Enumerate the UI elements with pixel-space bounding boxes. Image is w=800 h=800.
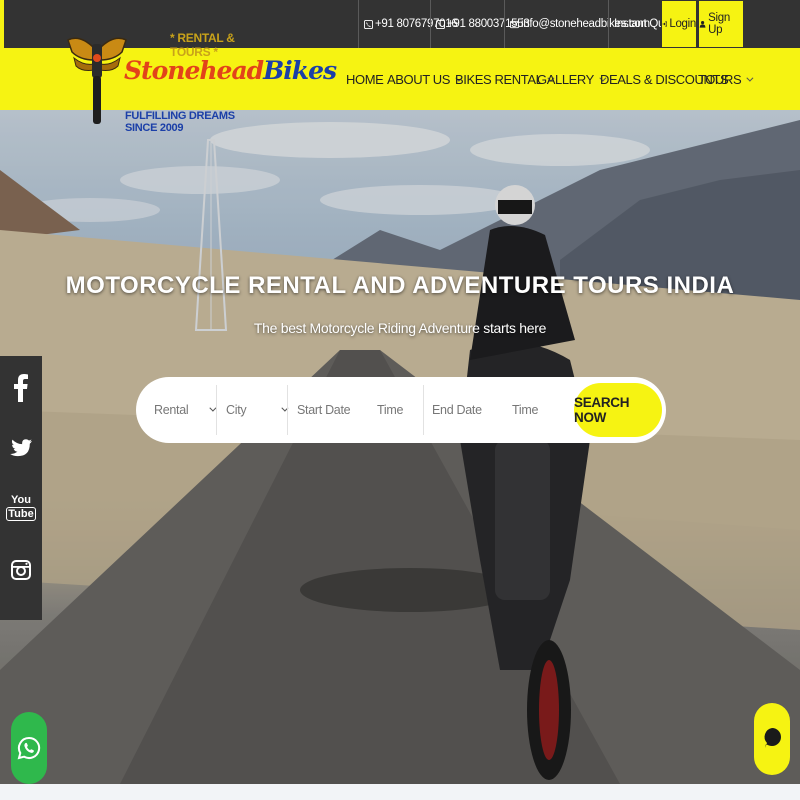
youtube-tube-label: Tube: [6, 507, 36, 521]
hero-title: MOTORCYCLE RENTAL AND ADVENTURE TOURS IN…: [65, 272, 735, 299]
city-select[interactable]: City: [226, 377, 289, 443]
end-time-input[interactable]: Time: [512, 377, 552, 443]
logo-subtitle: FULFILLING DREAMS SINCE 2009: [125, 110, 235, 134]
start-date-placeholder: Start Date: [297, 403, 351, 417]
page: +91 8076797016 +91 8800371553 info@stone…: [0, 0, 800, 800]
phone-icon: [364, 19, 373, 29]
social-sidebar: You Tube: [0, 356, 42, 620]
phone-icon: [436, 19, 445, 29]
nav-item-home[interactable]: HOME: [346, 48, 384, 110]
chevron-down-icon: [746, 74, 754, 82]
youtube-icon: You: [11, 494, 31, 506]
nav-label: TOURS: [698, 71, 742, 87]
sign-in-icon: [662, 21, 668, 27]
divider: [216, 385, 217, 435]
signup-label: Sign Up: [708, 12, 730, 36]
signup-button[interactable]: Sign Up: [698, 0, 744, 48]
end-date-input[interactable]: End Date: [432, 377, 502, 443]
booking-search-form: Rental City Start Date Time End Date Tim…: [136, 377, 666, 443]
envelope-icon: [510, 20, 519, 28]
logo-wordmark: StoneheadBikes: [124, 56, 337, 85]
search-now-button[interactable]: SEARCH NOW: [574, 383, 662, 437]
divider: [287, 385, 288, 435]
page-bottom-strip: [0, 784, 800, 800]
start-date-input[interactable]: Start Date: [297, 377, 367, 443]
nav-label: ABOUT US: [387, 71, 451, 87]
youtube-link[interactable]: You Tube: [0, 478, 42, 538]
nav-item-tours[interactable]: TOURS: [698, 48, 754, 110]
instagram-icon: [11, 560, 31, 580]
nav-label: HOME: [346, 71, 384, 87]
live-chat-button[interactable]: [754, 703, 790, 775]
hero-banner: MOTORCYCLE RENTAL AND ADVENTURE TOURS IN…: [0, 110, 800, 784]
start-time-placeholder: Time: [377, 403, 404, 417]
chat-bubble-icon: [764, 728, 781, 748]
city-select-value: City: [226, 403, 247, 417]
whatsapp-icon: [17, 736, 41, 760]
nav-label: GALLERY: [537, 71, 594, 87]
twitter-icon: [10, 439, 32, 457]
hero-overlay: [0, 110, 800, 784]
logo-tagline: * RENTAL & TOURS *: [170, 31, 235, 59]
login-button[interactable]: Login: [661, 0, 697, 48]
site-logo[interactable]: * RENTAL & TOURS * StoneheadBikes FULFIL…: [66, 30, 337, 134]
nav-label: BIKES RENTAL: [455, 71, 543, 87]
logo-wordmark-part1: Stonehead: [124, 56, 264, 85]
rental-select-value: Rental: [154, 403, 189, 417]
hero-subtitle: The best Motorcycle Riding Adventure sta…: [253, 320, 547, 336]
login-label: Login: [669, 18, 696, 30]
facebook-link[interactable]: [0, 358, 42, 418]
twitter-link[interactable]: [0, 418, 42, 478]
start-time-input[interactable]: Time: [377, 377, 417, 443]
rental-select[interactable]: Rental: [154, 377, 217, 443]
instagram-link[interactable]: [0, 540, 42, 600]
facebook-icon: [14, 374, 28, 402]
divider: [423, 385, 424, 435]
end-date-placeholder: End Date: [432, 403, 482, 417]
user-icon: [699, 20, 706, 28]
nav-item-about-us[interactable]: ABOUT US: [387, 48, 463, 110]
whatsapp-button[interactable]: [11, 712, 47, 784]
logo-wordmark-part2: Bikes: [263, 56, 337, 85]
winged-motorcycle-logo-icon: [67, 37, 127, 124]
end-time-placeholder: Time: [512, 403, 539, 417]
nav-item-gallery[interactable]: GALLERY: [537, 48, 607, 110]
